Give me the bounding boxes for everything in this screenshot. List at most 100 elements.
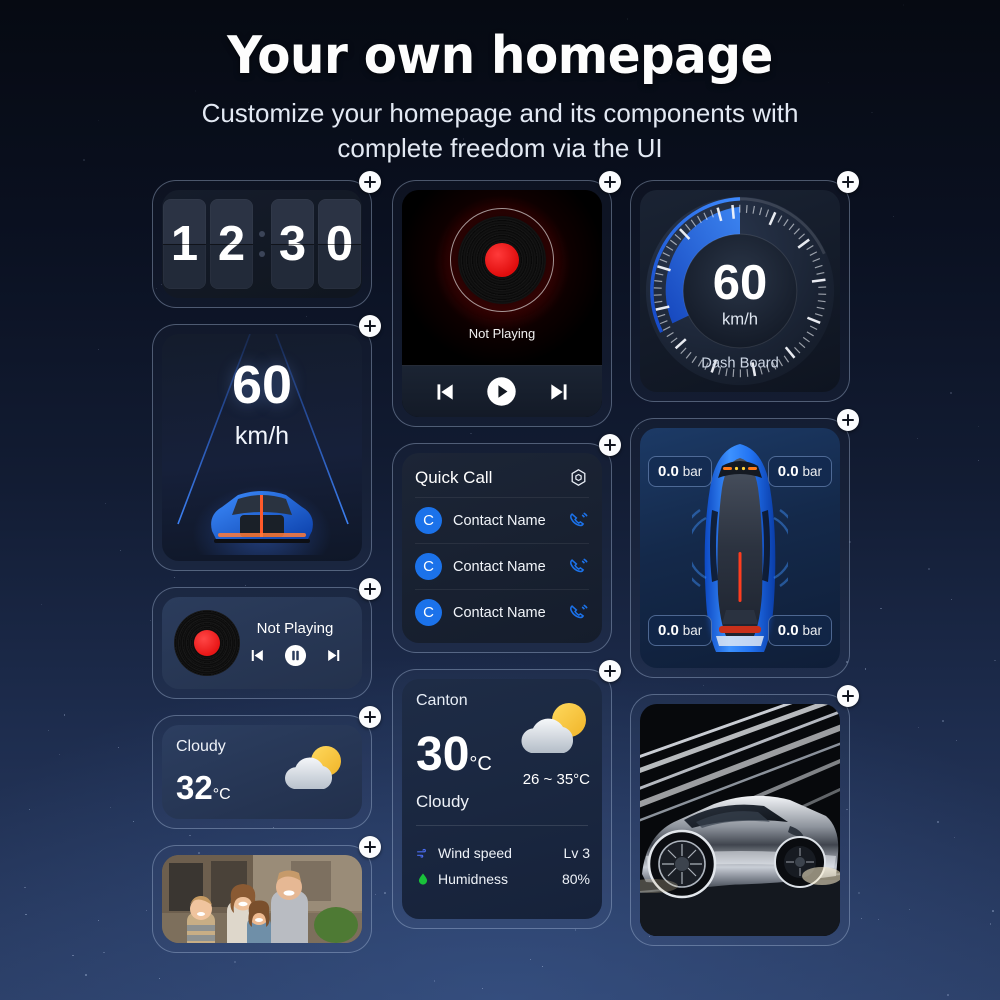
tire-unit: bar — [802, 623, 822, 638]
add-widget-icon[interactable] — [599, 660, 621, 682]
play-button-icon[interactable] — [486, 376, 517, 407]
widget-hud-speed[interactable]: 60 km/h — [152, 324, 372, 571]
widget-car-photo[interactable] — [630, 694, 850, 946]
widget-music-player[interactable]: Not Playing — [392, 180, 612, 427]
add-widget-icon[interactable] — [837, 685, 859, 707]
quick-call-title: Quick Call — [415, 468, 492, 488]
add-widget-icon[interactable] — [599, 434, 621, 456]
weather-temperature-unit: °C — [469, 753, 491, 775]
hexagon-gear-icon[interactable] — [568, 467, 589, 488]
music-controls — [402, 365, 602, 417]
widget-music-player-compact[interactable]: Not Playing — [152, 587, 372, 699]
vinyl-record-icon — [174, 610, 240, 676]
contact-avatar: C — [415, 599, 442, 626]
weather-temperature-value: 30 — [416, 728, 469, 781]
clock-digit-card: 1 — [163, 199, 206, 289]
widget-column-right: 60 km/h Dash Board 0.0 bar 0.0 bar 0.0 b… — [630, 180, 850, 962]
quick-call-row[interactable]: C Contact Name — [415, 543, 589, 589]
tire-value: 0.0 — [778, 463, 799, 480]
widget-column-middle: Not Playing Quick Call C Contact Name C … — [392, 180, 612, 945]
clock-digit-card: 3 — [271, 199, 314, 289]
sun-behind-cloud-icon — [278, 741, 350, 799]
gauge-speed-value: 60 — [713, 256, 768, 310]
speed-gauge: 60 km/h Dash Board — [642, 193, 838, 389]
weather-temperature-unit: °C — [213, 786, 231, 803]
clock-digit-card: 2 — [210, 199, 253, 289]
widget-flip-clock[interactable]: 1 2 3 0 — [152, 180, 372, 308]
clock-digit-m1: 3 — [279, 220, 306, 269]
page-header: Your own homepage Customize your homepag… — [0, 0, 1000, 166]
quick-call-row[interactable]: C Contact Name — [415, 497, 589, 543]
add-widget-icon[interactable] — [359, 578, 381, 600]
previous-track-icon[interactable] — [247, 646, 266, 665]
contact-avatar: C — [415, 507, 442, 534]
tire-pressure-front-right: 0.0 bar — [768, 456, 832, 487]
add-widget-icon[interactable] — [359, 315, 381, 337]
tire-pressure-rear-right: 0.0 bar — [768, 615, 832, 646]
tire-value: 0.0 — [658, 622, 679, 639]
contact-avatar: C — [415, 553, 442, 580]
add-widget-icon[interactable] — [359, 171, 381, 193]
album-art-area: Not Playing — [402, 190, 602, 365]
sports-car-image — [640, 704, 840, 936]
clock-digit-h1: 1 — [171, 220, 198, 269]
sun-behind-cloud-icon — [514, 699, 594, 763]
page-subtitle-line1: Customize your homepage and its componen… — [0, 96, 1000, 131]
widget-weather[interactable]: Canton 30°C 26 ~ 35°C Cloudy Wind speed … — [392, 669, 612, 929]
add-widget-icon[interactable] — [599, 171, 621, 193]
humidity-drop-icon — [416, 872, 430, 886]
widget-quick-call[interactable]: Quick Call C Contact Name C Contact Name… — [392, 443, 612, 653]
contact-name-label: Contact Name — [453, 513, 567, 529]
add-widget-icon[interactable] — [359, 706, 381, 728]
weather-range-label: 26 ~ 35°C — [523, 771, 590, 788]
add-widget-icon[interactable] — [359, 836, 381, 858]
widget-column-left: 1 2 3 0 60 km/h Not Playing Cloudy 32°C — [152, 180, 372, 969]
hud-car-icon — [204, 481, 320, 545]
tire-unit: bar — [802, 464, 822, 479]
weather-detail-row: Humidness 80% — [416, 871, 590, 887]
add-widget-icon[interactable] — [837, 171, 859, 193]
clock-colon — [257, 231, 267, 257]
divider — [416, 825, 588, 826]
widget-dash-board[interactable]: 60 km/h Dash Board — [630, 180, 850, 402]
music-status-label: Not Playing — [240, 620, 350, 637]
hud-speed-value: 60 — [162, 358, 362, 412]
clock-digit-h2: 2 — [218, 220, 245, 269]
tire-unit: bar — [683, 464, 703, 479]
widget-tire-pressure[interactable]: 0.0 bar 0.0 bar 0.0 bar 0.0 bar — [630, 418, 850, 678]
weather-detail-label: Wind speed — [438, 845, 564, 861]
widget-weather-compact[interactable]: Cloudy 32°C — [152, 715, 372, 829]
call-icon[interactable] — [567, 510, 589, 532]
clock-digit-card: 0 — [318, 199, 361, 289]
hud-speed-unit: km/h — [162, 422, 362, 451]
call-icon[interactable] — [567, 602, 589, 624]
weather-detail-label: Humidness — [438, 871, 562, 887]
weather-temperature-value: 32 — [176, 769, 213, 806]
contact-name-label: Contact Name — [453, 559, 567, 575]
pause-button-icon[interactable] — [284, 644, 307, 667]
weather-detail-value: 80% — [562, 871, 590, 887]
tire-value: 0.0 — [658, 463, 679, 480]
vinyl-record-icon — [458, 216, 546, 304]
page-subtitle-line2: complete freedom via the UI — [0, 131, 1000, 166]
widget-photo[interactable] — [152, 845, 372, 953]
tire-unit: bar — [683, 623, 703, 638]
music-status-label: Not Playing — [402, 326, 602, 341]
weather-detail-row: Wind speed Lv 3 — [416, 845, 590, 861]
tire-value: 0.0 — [778, 622, 799, 639]
contact-name-label: Contact Name — [453, 605, 567, 621]
wind-icon — [416, 846, 430, 860]
family-photo-image — [162, 855, 362, 943]
add-widget-icon[interactable] — [837, 409, 859, 431]
page-subtitle: Customize your homepage and its componen… — [0, 96, 1000, 166]
next-track-icon[interactable] — [547, 379, 573, 405]
tire-pressure-front-left: 0.0 bar — [648, 456, 712, 487]
clock-digit-m2: 0 — [326, 220, 353, 269]
next-track-icon[interactable] — [325, 646, 344, 665]
tire-pressure-rear-left: 0.0 bar — [648, 615, 712, 646]
gauge-speed-unit: km/h — [722, 309, 758, 328]
call-icon[interactable] — [567, 556, 589, 578]
weather-detail-value: Lv 3 — [564, 845, 590, 861]
previous-track-icon[interactable] — [431, 379, 457, 405]
quick-call-row[interactable]: C Contact Name — [415, 589, 589, 635]
